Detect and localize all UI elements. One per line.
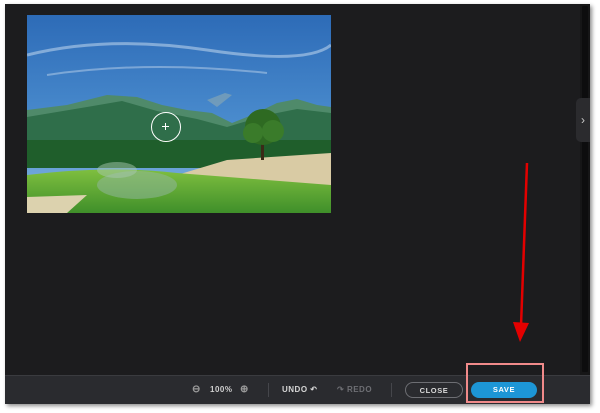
redo-icon: ↷ [337, 385, 347, 394]
zoom-level: 100% [210, 385, 233, 394]
chevron-right-icon[interactable]: › [576, 98, 590, 142]
undo-label: UNDO [282, 385, 308, 394]
close-button[interactable]: CLOSE [405, 382, 463, 398]
zoom-out-icon[interactable]: ⊖ [192, 376, 201, 404]
vertical-scrollbar[interactable] [580, 4, 590, 376]
brush-cursor-icon [151, 112, 181, 142]
redo-label: REDO [346, 385, 373, 394]
zoom-in-icon[interactable]: ⊕ [240, 376, 249, 404]
landscape-photo [27, 15, 331, 213]
undo-button[interactable]: UNDO ↶ [282, 376, 318, 404]
undo-icon: ↶ [310, 385, 318, 394]
scrollbar-thumb[interactable] [582, 6, 588, 372]
save-highlight-box [466, 363, 544, 403]
redo-button[interactable]: ↷ REDO [337, 376, 372, 404]
edited-photo-canvas[interactable] [27, 15, 331, 213]
editor-window: › ⊖ 100% ⊕ UNDO ↶ ↷ REDO CLOSE SAVE [5, 4, 590, 404]
toolbar-divider [268, 383, 269, 397]
toolbar-divider [391, 383, 392, 397]
